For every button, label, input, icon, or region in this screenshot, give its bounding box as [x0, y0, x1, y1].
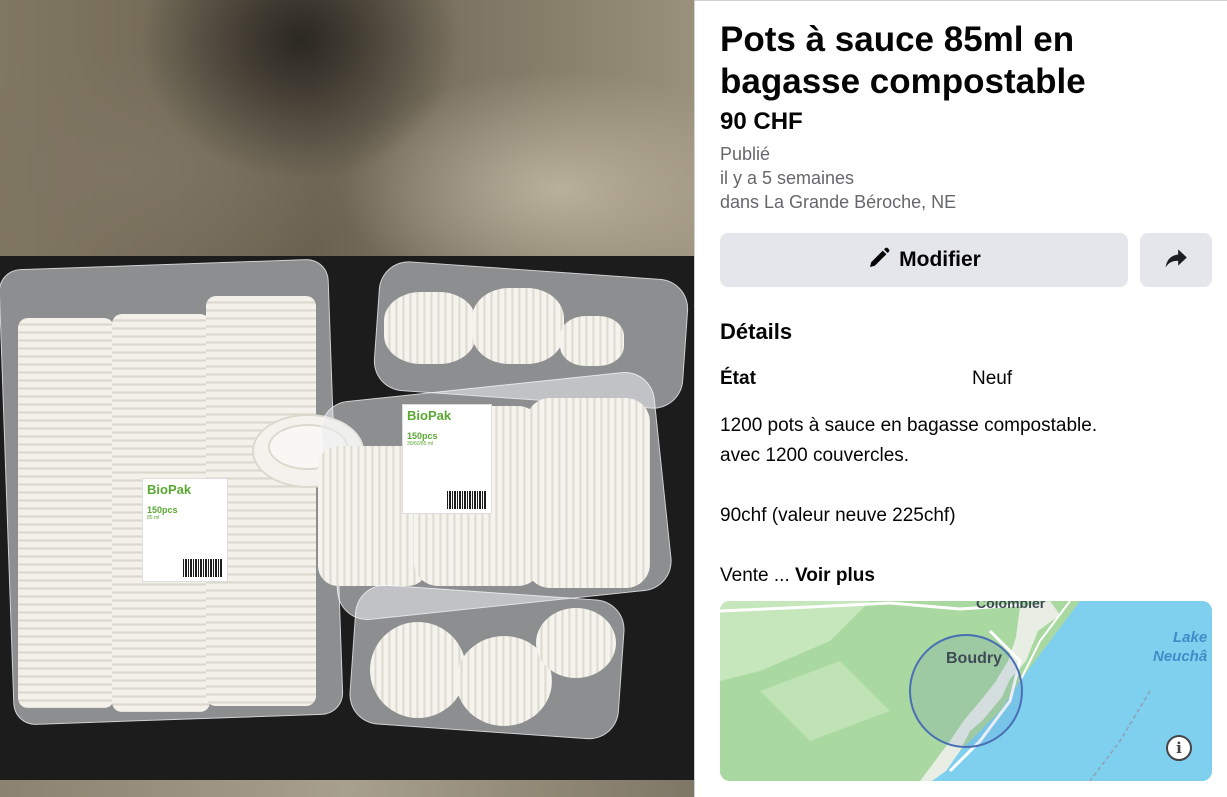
pencil-icon — [867, 246, 891, 275]
published-location: dans La Grande Béroche, NE — [720, 192, 957, 212]
label-size: 30/60/85 ml — [407, 441, 434, 447]
label-size: 85 ml — [147, 515, 160, 521]
label-count: 150pcs — [147, 505, 178, 515]
info-icon[interactable]: i — [1166, 735, 1192, 761]
published-label: Publié — [720, 144, 771, 164]
share-button[interactable] — [1140, 233, 1212, 287]
condition-value: Neuf — [972, 368, 1013, 389]
published-time: il y a 5 semaines — [720, 168, 855, 188]
listing-detail-panel: Pots à sauce 85ml en bagasse compostable… — [694, 0, 1227, 797]
product-photo[interactable]: BioPak 150pcs 85 ml BioPak 150pcs 30/60/… — [0, 0, 694, 797]
lid-stack — [560, 316, 624, 366]
photo-blurred-background — [0, 0, 694, 258]
description-truncated-text: Vente ... — [720, 565, 790, 586]
condition-label: État — [720, 368, 756, 389]
barcode-icon — [447, 491, 487, 509]
description-truncated: Vente ... Voir plus — [720, 561, 875, 591]
see-more-link[interactable]: Voir plus — [795, 565, 875, 586]
map-canvas — [720, 601, 1212, 781]
details-heading: Détails — [720, 319, 793, 344]
product-label: BioPak 150pcs 30/60/85 ml — [402, 404, 492, 514]
lid-stack — [526, 398, 650, 588]
edit-button-label: Modifier — [899, 248, 981, 271]
listing-price: 90 CHF — [720, 108, 803, 135]
product-label: BioPak 150pcs 85 ml — [142, 478, 228, 582]
label-brand: BioPak — [147, 482, 192, 497]
lid-stack — [536, 608, 616, 678]
listing-title: Pots à sauce 85ml en bagasse compostable — [720, 20, 1086, 101]
lid-stack — [370, 622, 466, 718]
map-label-lake: Lake — [1173, 629, 1208, 646]
photo-blurred-background — [0, 780, 694, 797]
map-label-boudry: Boudry — [946, 650, 1002, 667]
description-line: 90chf (valeur neuve 225chf) — [720, 505, 956, 526]
barcode-icon — [183, 559, 223, 577]
map-label-lake: Neuchâ — [1153, 648, 1208, 665]
storage-bin: BioPak 150pcs 85 ml BioPak 150pcs 30/60/… — [0, 256, 694, 780]
description-line: avec 1200 couvercles. — [720, 445, 910, 466]
description-line: 1200 pots à sauce en bagasse compostable… — [720, 415, 1098, 436]
label-count: 150pcs — [407, 431, 438, 441]
cup-stack — [18, 318, 114, 708]
map-label-colombier: Colombier — [976, 601, 1046, 611]
location-map[interactable]: Colombier Boudry Lake Neuchâ i — [720, 601, 1212, 781]
label-brand: BioPak — [407, 408, 452, 423]
lid-stack — [384, 292, 476, 364]
edit-listing-button[interactable]: Modifier — [720, 233, 1128, 287]
lid-stack — [472, 288, 564, 364]
share-arrow-icon — [1163, 245, 1189, 276]
